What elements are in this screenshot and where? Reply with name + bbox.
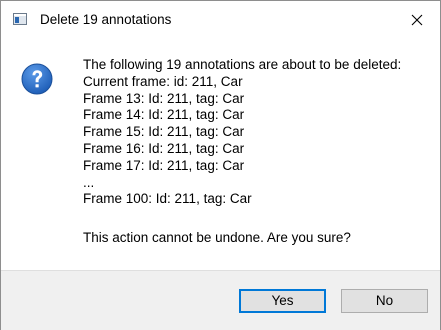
message-line: Frame 100: Id: 211, tag: Car (83, 191, 252, 207)
title-bar: Delete 19 annotations (1, 1, 440, 39)
message-text: The following 19 annotations are about t… (83, 57, 433, 247)
dialog-window-icon (13, 13, 27, 25)
confirm-question: This action cannot be undone. Are you su… (83, 230, 351, 246)
message-line: Frame 13: Id: 211, tag: Car (83, 90, 245, 106)
yes-button[interactable]: Yes (239, 289, 326, 313)
delete-annotations-dialog: Delete 19 annotations The following 19 a… (0, 0, 441, 330)
message-line: Frame 14: Id: 211, tag: Car (83, 107, 245, 123)
message-line: Frame 16: Id: 211, tag: Car (83, 140, 245, 156)
message-line: The following 19 annotations are about t… (83, 57, 402, 72)
dialog-title: Delete 19 annotations (40, 12, 172, 27)
close-icon (411, 14, 423, 26)
message-line: ... (83, 174, 95, 190)
dialog-content: The following 19 annotations are about t… (1, 39, 440, 271)
message-line: Frame 15: Id: 211, tag: Car (83, 124, 245, 140)
button-bar: Yes No (1, 270, 440, 330)
question-icon (21, 63, 53, 95)
message-line: Current frame: id: 211, Car (83, 73, 243, 89)
message-line: Frame 17: Id: 211, tag: Car (83, 157, 245, 173)
no-button[interactable]: No (341, 289, 428, 313)
close-button[interactable] (394, 1, 440, 39)
